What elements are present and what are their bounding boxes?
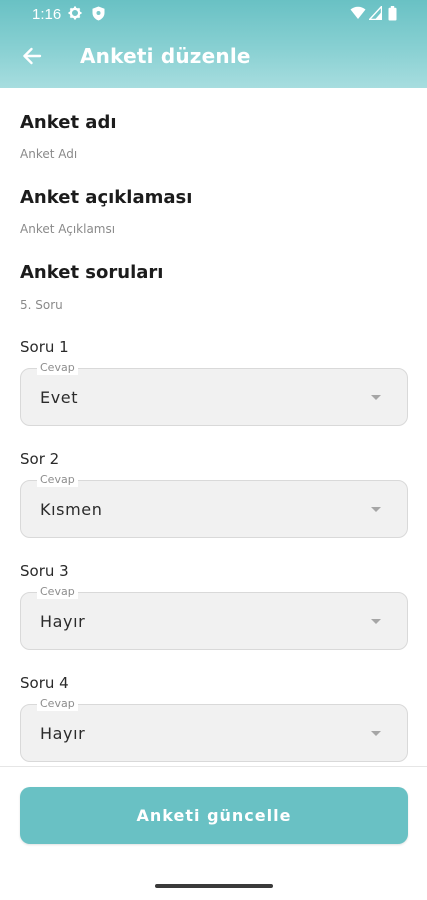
app-bar: Anketi düzenle [0,30,427,88]
answer-field-label: Cevap [37,361,78,375]
survey-questions-heading: Anket soruları [20,262,164,283]
battery-icon [388,6,397,25]
arrow-left-icon [22,47,42,69]
survey-description-value[interactable]: Anket Açıklamsı [20,222,115,236]
question-label: Sor 2 [20,450,60,468]
answer-value: Evet [40,388,79,407]
survey-name-value[interactable]: Anket Adı [20,147,77,161]
wifi-icon [350,6,366,24]
question-count: 5. Soru [20,298,63,312]
answer-value: Hayır [40,612,86,631]
footer-divider [0,766,427,767]
screen: 1:16 Anketi düzenle Anket adı Anket Adı … [0,0,427,900]
answer-dropdown[interactable]: Cevap Evet [20,361,408,426]
chevron-down-icon [371,619,381,624]
page-title: Anketi düzenle [80,44,251,68]
question-label: Soru 4 [20,674,69,692]
header-background: 1:16 Anketi düzenle [0,0,427,88]
answer-dropdown[interactable]: Cevap Kısmen [20,473,408,538]
gear-icon [68,6,82,24]
answer-field-label: Cevap [37,473,78,487]
question-label: Soru 1 [20,338,69,356]
answer-dropdown[interactable]: Cevap Hayır [20,585,408,650]
answer-value: Kısmen [40,500,103,519]
answer-field-label: Cevap [37,585,78,599]
chevron-down-icon [371,395,381,400]
chevron-down-icon [371,731,381,736]
answer-value: Hayır [40,724,86,743]
status-bar: 1:16 [0,0,427,30]
survey-description-heading: Anket açıklaması [20,187,193,208]
shield-icon [92,6,105,25]
status-time: 1:16 [32,6,62,23]
back-button[interactable] [14,40,50,76]
home-indicator[interactable] [155,884,273,888]
update-survey-label: Anketi güncelle [136,806,292,825]
signal-icon [367,4,383,24]
update-survey-button[interactable]: Anketi güncelle [20,787,408,844]
answer-dropdown[interactable]: Cevap Hayır [20,697,408,762]
question-label: Soru 3 [20,562,69,580]
survey-name-heading: Anket adı [20,112,117,133]
answer-field-label: Cevap [37,697,78,711]
chevron-down-icon [371,507,381,512]
